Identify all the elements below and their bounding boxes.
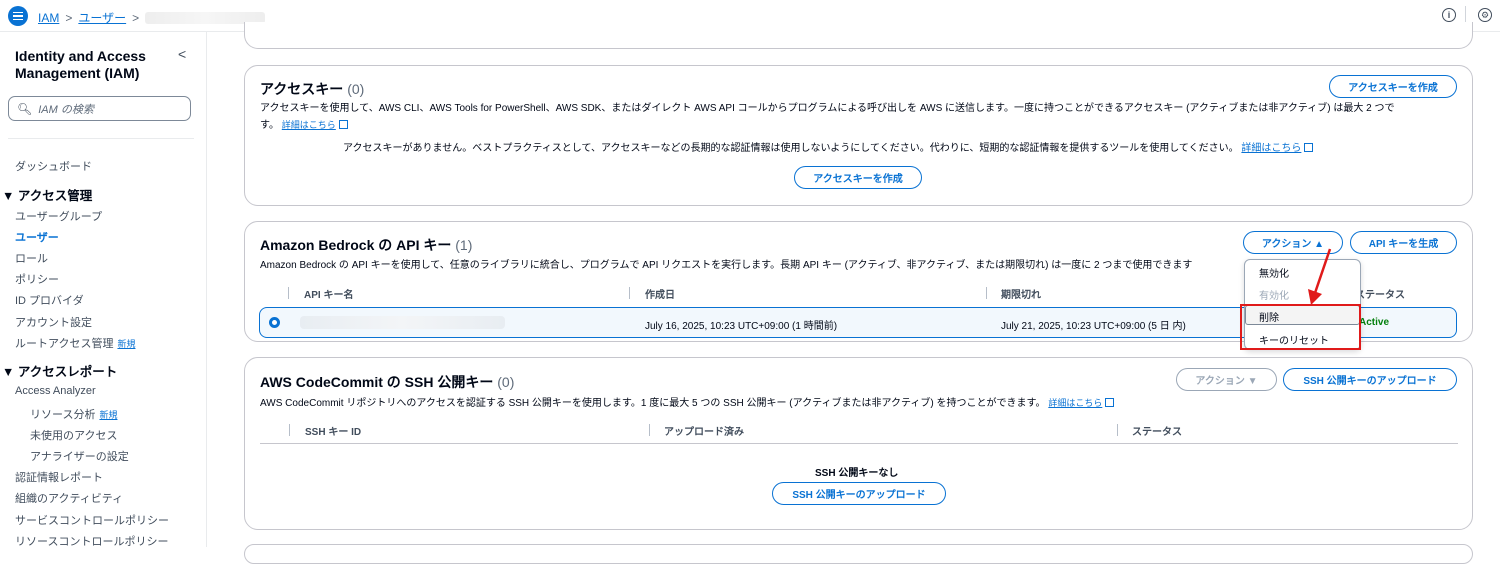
breadcrumb-users[interactable]: ユーザー bbox=[78, 9, 126, 26]
description-text-cont: す。 bbox=[260, 120, 279, 131]
column-header-created[interactable]: 作成日 bbox=[645, 286, 675, 301]
row-expires: July 21, 2025, 10:23 UTC+09:00 (5 日 内) bbox=[1001, 321, 1186, 332]
external-link-icon bbox=[338, 120, 348, 129]
new-badge: 新規 bbox=[99, 410, 118, 420]
codecommit-actions-button: アクション ▼ bbox=[1176, 368, 1277, 391]
create-access-key-button[interactable]: アクセスキーを作成 bbox=[1329, 75, 1457, 98]
sidebar-item-identity-providers[interactable]: ID プロバイダ bbox=[15, 292, 84, 308]
column-separator bbox=[986, 287, 987, 299]
access-keys-title: アクセスキー (0) bbox=[260, 79, 364, 99]
highlight-box bbox=[1240, 304, 1361, 350]
column-separator bbox=[1117, 424, 1118, 436]
info-icon[interactable]: i bbox=[1442, 8, 1456, 22]
access-keys-count: (0) bbox=[347, 81, 365, 97]
sidebar-item-label: リソース分析 bbox=[30, 409, 96, 421]
upload-ssh-key-center-button[interactable]: SSH 公開キーのアップロード bbox=[772, 482, 946, 505]
learn-more-link[interactable]: 詳細はこちら bbox=[282, 120, 336, 130]
sidebar-item-dashboard[interactable]: ダッシュボード bbox=[15, 158, 92, 174]
sidebar-item-unused-access[interactable]: 未使用のアクセス bbox=[30, 427, 117, 443]
collapse-sidebar-icon[interactable]: < bbox=[178, 46, 186, 62]
row-created: July 16, 2025, 10:23 UTC+09:00 (1 時間前) bbox=[645, 321, 838, 332]
sidebar-title: Identity and Access Management (IAM) bbox=[15, 48, 146, 81]
api-key-name-redacted bbox=[300, 316, 505, 329]
access-keys-title-text: アクセスキー bbox=[260, 81, 344, 97]
column-header-expires[interactable]: 期限切れ bbox=[1001, 286, 1041, 301]
bedrock-title: Amazon Bedrock の API キー (1) bbox=[260, 235, 472, 255]
external-link-icon bbox=[1105, 398, 1115, 407]
breadcrumb: IAM > ユーザー > bbox=[38, 9, 266, 26]
sidebar-item-account-settings[interactable]: アカウント設定 bbox=[15, 314, 92, 330]
search-placeholder: IAM の検索 bbox=[38, 103, 94, 116]
sidebar-section-access-management[interactable]: ▼ アクセス管理 bbox=[2, 185, 92, 204]
column-header-status[interactable]: ステータス bbox=[1355, 286, 1405, 301]
access-keys-card: アクセスキー (0) アクセスキーを作成 アクセスキーを使用して、AWS CLI… bbox=[244, 65, 1473, 206]
breadcrumb-separator: > bbox=[132, 10, 140, 25]
codecommit-title: AWS CodeCommit の SSH 公開キー (0) bbox=[260, 372, 514, 392]
description-text: アクセスキーを使用して、AWS CLI、AWS Tools for PowerS… bbox=[260, 103, 1395, 114]
learn-more-link[interactable]: 詳細はこちら bbox=[1048, 398, 1102, 408]
next-section-card bbox=[244, 544, 1473, 564]
sidebar-item-root-access[interactable]: ルートアクセス管理 新規 bbox=[15, 335, 135, 351]
external-link-icon bbox=[1304, 143, 1314, 152]
breadcrumb-separator: > bbox=[65, 10, 73, 25]
row-radio-button[interactable] bbox=[269, 317, 280, 328]
new-badge: 新規 bbox=[117, 339, 136, 349]
sidebar-item-credential-report[interactable]: 認証情報レポート bbox=[15, 469, 103, 485]
hamburger-menu-icon[interactable] bbox=[8, 6, 28, 26]
access-keys-description: アクセスキーを使用して、AWS CLI、AWS Tools for PowerS… bbox=[260, 101, 1460, 134]
sidebar-item-scp[interactable]: サービスコントロールポリシー bbox=[15, 512, 169, 528]
sidebar-item-roles[interactable]: ロール bbox=[15, 250, 48, 266]
sidebar-item-resource-analysis[interactable]: リソース分析 新規 bbox=[30, 406, 117, 422]
column-separator bbox=[288, 287, 289, 299]
sidebar-item-users[interactable]: ユーザー bbox=[15, 229, 59, 245]
sidebar-item-access-analyzer[interactable]: Access Analyzer bbox=[15, 385, 96, 397]
sidebar-item-analyzer-settings[interactable]: アナライザーの設定 bbox=[30, 448, 129, 464]
table-header-divider bbox=[260, 443, 1458, 444]
menu-item-deactivate[interactable]: 無効化 bbox=[1259, 265, 1289, 280]
previous-section-card bbox=[244, 22, 1473, 49]
bedrock-description: Amazon Bedrock の API キーを使用して、任意のライブラリに統合… bbox=[260, 260, 1193, 271]
sidebar-item-label: ルートアクセス管理 bbox=[15, 338, 114, 350]
annotation-arrow bbox=[1308, 248, 1332, 305]
column-header-uploaded[interactable]: アップロード済み bbox=[664, 423, 744, 438]
description-text: AWS CodeCommit リポジトリへのアクセスを認証する SSH 公開キー… bbox=[260, 398, 1046, 409]
upload-ssh-key-button[interactable]: SSH 公開キーのアップロード bbox=[1283, 368, 1457, 391]
row-status: Active bbox=[1359, 317, 1390, 328]
column-header-api-key-name[interactable]: API キー名 bbox=[304, 286, 353, 301]
sidebar-divider bbox=[8, 138, 194, 139]
column-separator bbox=[289, 424, 290, 436]
empty-learn-more-link[interactable]: 詳細はこちら bbox=[1241, 143, 1301, 154]
menu-item-activate: 有効化 bbox=[1259, 291, 1289, 302]
codecommit-title-text: AWS CodeCommit の SSH 公開キー bbox=[260, 374, 494, 390]
create-access-key-center-button[interactable]: アクセスキーを作成 bbox=[794, 166, 922, 189]
access-keys-empty-message: アクセスキーがありません。ベストプラクティスとして、アクセスキーなどの長期的な認… bbox=[343, 141, 1463, 157]
codecommit-count: (0) bbox=[497, 374, 515, 390]
column-separator bbox=[629, 287, 630, 299]
sidebar-item-org-activity[interactable]: 組織のアクティビティ bbox=[15, 490, 123, 506]
bedrock-title-text: Amazon Bedrock の API キー bbox=[260, 237, 452, 253]
sidebar-section-access-reports[interactable]: ▼ アクセスレポート bbox=[2, 361, 117, 380]
generate-api-key-button[interactable]: API キーを生成 bbox=[1350, 231, 1457, 254]
breadcrumb-iam[interactable]: IAM bbox=[38, 11, 59, 25]
empty-message-text: アクセスキーがありません。ベストプラクティスとして、アクセスキーなどの長期的な認… bbox=[343, 143, 1239, 154]
sidebar: Identity and Access Management (IAM) < 🔍… bbox=[0, 32, 207, 548]
column-separator bbox=[649, 424, 650, 436]
sidebar-item-user-groups[interactable]: ユーザーグループ bbox=[15, 208, 102, 224]
sidebar-search-input[interactable]: 🔍︎ IAM の検索 bbox=[8, 96, 191, 121]
codecommit-description: AWS CodeCommit リポジトリへのアクセスを認証する SSH 公開キー… bbox=[260, 395, 1260, 412]
codecommit-ssh-card: AWS CodeCommit の SSH 公開キー (0) アクション ▼ SS… bbox=[244, 357, 1473, 530]
sidebar-item-policies[interactable]: ポリシー bbox=[15, 271, 59, 287]
settings-icon[interactable]: ⚙ bbox=[1478, 8, 1492, 22]
ssh-empty-message: SSH 公開キーなし bbox=[815, 468, 899, 479]
column-header-ssh-key-id[interactable]: SSH キー ID bbox=[305, 423, 361, 438]
column-header-status[interactable]: ステータス bbox=[1132, 423, 1182, 438]
search-icon: 🔍︎ bbox=[17, 101, 33, 116]
bedrock-count: (1) bbox=[455, 237, 473, 253]
